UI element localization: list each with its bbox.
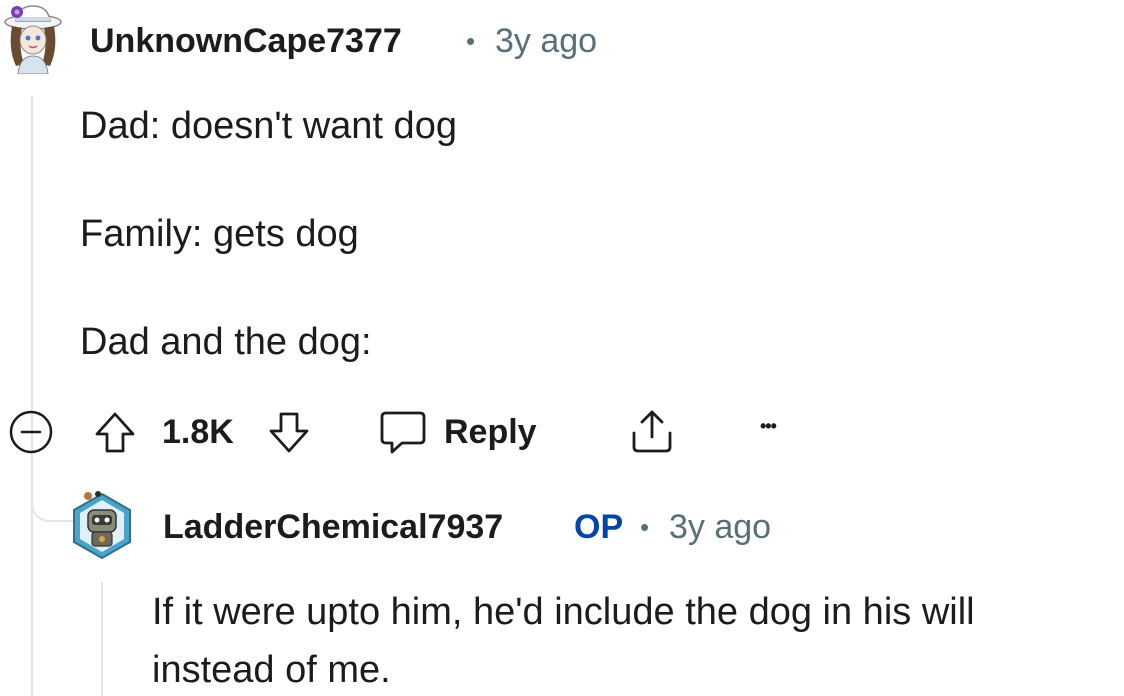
reply-button[interactable]: Reply — [378, 409, 548, 455]
comment-line: Dad and the dog: — [80, 321, 372, 363]
reply-username[interactable]: LadderChemical7937 — [163, 508, 503, 547]
downvote-icon[interactable] — [266, 409, 312, 455]
reply-line: instead of me. — [152, 649, 391, 691]
collapse-icon[interactable] — [8, 409, 54, 455]
thread-connector — [31, 478, 73, 522]
meta-separator: • — [640, 512, 650, 542]
reply-line: If it were upto him, he'd include the do… — [152, 591, 975, 633]
reply-avatar[interactable] — [70, 490, 134, 562]
reply-label: Reply — [444, 413, 537, 451]
thread-line — [31, 96, 33, 696]
vote-count: 1.8K — [162, 413, 234, 451]
more-options-button[interactable]: ••• — [760, 416, 777, 437]
comment-timestamp[interactable]: 3y ago — [495, 22, 597, 61]
reply-thread-line[interactable] — [101, 582, 103, 696]
share-icon[interactable] — [628, 407, 676, 455]
meta-separator: • — [466, 26, 476, 56]
upvote-icon[interactable] — [92, 409, 138, 455]
avatar[interactable] — [2, 4, 64, 74]
comment-line: Dad: doesn't want dog — [80, 105, 457, 147]
comment-bubble-icon — [378, 409, 428, 455]
comment-line: Family: gets dog — [80, 213, 359, 255]
reply-timestamp[interactable]: 3y ago — [669, 508, 771, 547]
op-badge: OP — [574, 508, 624, 546]
comment-username[interactable]: UnknownCape7377 — [90, 22, 402, 61]
